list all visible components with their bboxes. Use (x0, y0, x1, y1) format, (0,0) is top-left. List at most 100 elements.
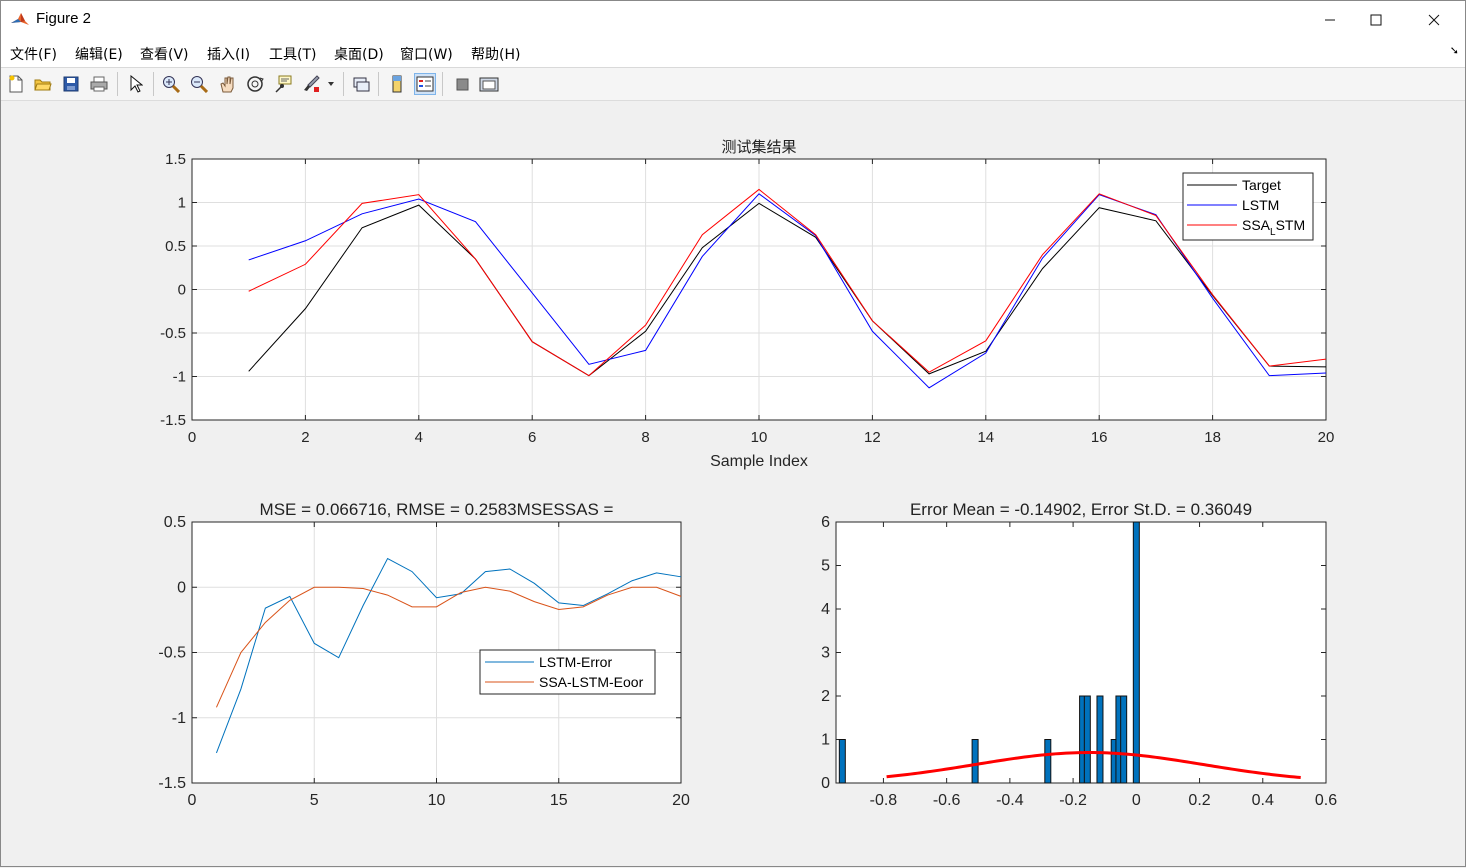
show-plot-tools-button[interactable] (478, 73, 500, 95)
link-icon (353, 77, 370, 92)
x-tick-label: 0.6 (1315, 792, 1337, 809)
x-tick-label: 0 (188, 429, 196, 446)
save-button[interactable] (60, 73, 82, 95)
close-button[interactable] (1411, 1, 1457, 39)
axes-title: 测试集结果 (721, 139, 796, 156)
x-tick-label: 16 (1091, 429, 1108, 446)
open-icon (34, 79, 52, 91)
y-tick-label: -1.5 (158, 775, 186, 792)
y-tick-label: -1 (172, 710, 186, 727)
menu-tools[interactable]: 工具(T) (269, 44, 316, 64)
histogram-bar (1096, 695, 1104, 784)
y-tick-label: -1.5 (160, 412, 186, 429)
legend-label: LSTM (1242, 197, 1279, 213)
y-tick-label: 0 (178, 282, 186, 299)
histogram-bar (838, 739, 846, 784)
y-tick-label: 1 (821, 732, 830, 749)
minimize-icon (1325, 19, 1335, 21)
legend-button[interactable] (414, 73, 436, 95)
pointer-button[interactable] (125, 73, 147, 95)
histogram-bar (971, 739, 979, 784)
toolbar-separator (117, 72, 118, 96)
menu-window[interactable]: 窗口(W) (400, 44, 453, 64)
toolbar-separator (153, 72, 154, 96)
maximize-icon (1370, 14, 1382, 26)
histogram-bar (1083, 695, 1091, 784)
rotate-button[interactable] (244, 73, 266, 95)
brush-button[interactable] (300, 73, 322, 95)
link-plot-button[interactable] (350, 73, 372, 95)
axes-2: 0 5 10 15 20 -1.5 -1 -0.5 0 0.5 MSE = 0.066716, RM… (158, 500, 690, 809)
title-bar: Figure 2 (1, 1, 1465, 39)
rotate-icon (247, 76, 264, 92)
window-title: Figure 2 (36, 10, 92, 27)
hide-plot-tools-button[interactable] (451, 73, 473, 95)
brush-icon (304, 75, 320, 92)
x-tick-label: 8 (641, 429, 649, 446)
x-tick-label: 6 (528, 429, 536, 446)
x-tick-label: 2 (301, 429, 309, 446)
menu-view[interactable]: 查看(V) (140, 44, 189, 64)
x-tick-label: 18 (1204, 429, 1221, 446)
x-tick-label: -0.8 (870, 792, 898, 809)
zoom-out-button[interactable] (188, 73, 210, 95)
new-figure-button[interactable] (5, 73, 27, 95)
figure-toolbar (1, 68, 1465, 101)
figure-window: Figure 2 文件(F) 编辑(E) 查看(V) 插入(I) 工具(T) 桌… (0, 0, 1466, 867)
axes-1: 0 2 4 6 8 10 12 14 16 18 20 -1.5 -1 -0.5 0 0.5 1 1.5 测试集结果… (160, 139, 1334, 470)
y-tick-label: 0 (821, 775, 830, 792)
axes-title: Error Mean = -0.14902, Error St.D. = 0.3… (910, 500, 1252, 519)
x-tick-label: 5 (310, 792, 319, 809)
save-icon (63, 76, 79, 92)
y-tick-label: -0.5 (158, 645, 186, 662)
close-icon (1428, 14, 1440, 26)
brush-dropdown[interactable] (325, 73, 337, 95)
x-tick-label: 15 (550, 792, 568, 809)
x-tick-label: 20 (1318, 429, 1335, 446)
dock-figure-icon[interactable]: ➘ (1450, 44, 1459, 57)
minimize-button[interactable] (1307, 1, 1353, 39)
colorbar-button[interactable] (386, 73, 408, 95)
menu-edit[interactable]: 编辑(E) (75, 44, 123, 64)
zoom-in-button[interactable] (160, 73, 182, 95)
x-tick-label: 4 (415, 429, 423, 446)
y-tick-label: 0.5 (165, 238, 186, 255)
toolbar-separator (378, 72, 379, 96)
data-cursor-icon (275, 75, 292, 93)
y-tick-label: 2 (821, 688, 830, 705)
x-axis-label: Sample Index (710, 453, 808, 470)
y-tick-label: 0 (177, 579, 186, 596)
toolbar-separator (442, 72, 443, 96)
y-tick-label: 4 (821, 601, 830, 618)
x-tick-label: 0.2 (1188, 792, 1210, 809)
x-tick-label: 12 (864, 429, 881, 446)
y-tick-label: 1 (178, 195, 186, 212)
maximize-button[interactable] (1353, 1, 1399, 39)
axes-title: MSE = 0.066716, RMSE = 0.2583MSESSAS = (260, 500, 614, 519)
open-file-button[interactable] (32, 73, 54, 95)
y-tick-label: 5 (821, 558, 830, 575)
pan-button[interactable] (216, 73, 238, 95)
y-tick-label: 6 (821, 514, 830, 531)
histogram-bar (1044, 739, 1052, 784)
x-tick-label: -0.6 (933, 792, 961, 809)
menu-file[interactable]: 文件(F) (10, 44, 57, 64)
legend-label: LSTM-Error (539, 654, 612, 670)
x-tick-label: 20 (672, 792, 690, 809)
data-cursor-button[interactable] (272, 73, 294, 95)
print-icon (90, 76, 108, 92)
menu-insert[interactable]: 插入(I) (207, 44, 250, 64)
axes-3: -0.8 -0.6 -0.4 -0.2 0 0.2 0.4 0.6 0 1 2 3 4 5 6 Error M… (821, 500, 1337, 809)
x-tick-label: 0.4 (1252, 792, 1274, 809)
menu-desktop[interactable]: 桌面(D) (334, 44, 384, 64)
menu-bar: 文件(F) 编辑(E) 查看(V) 插入(I) 工具(T) 桌面(D) 窗口(W… (1, 39, 1465, 68)
legend-label: Target (1242, 177, 1281, 193)
x-tick-label: -0.2 (1059, 792, 1087, 809)
colorbar-icon (392, 75, 402, 93)
y-tick-label: -1 (173, 369, 186, 386)
menu-help[interactable]: 帮助(H) (471, 44, 520, 64)
toolbar-separator (343, 72, 344, 96)
dock-icon (479, 77, 499, 92)
figure-canvas: 0 2 4 6 8 10 12 14 16 18 20-1.5-1-0.500.511.5测试集结果… (158, 139, 1337, 809)
print-button[interactable] (88, 73, 110, 95)
